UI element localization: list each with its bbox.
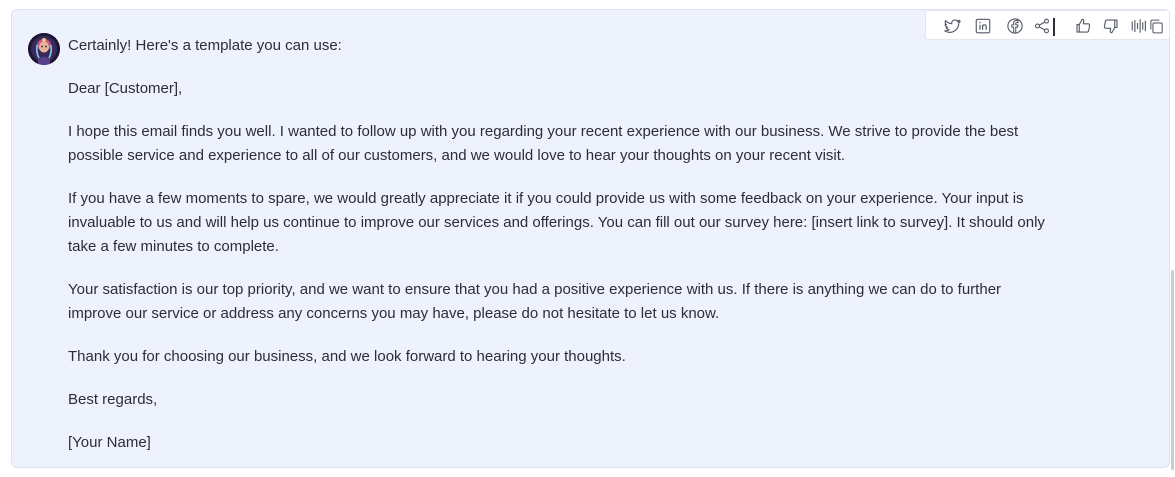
share-facebook-button[interactable] [1005, 16, 1025, 36]
message-body: Certainly! Here's a template you can use… [68, 34, 1058, 474]
message-greeting: Dear [Customer], [68, 80, 183, 97]
message-paragraph: If you have a few moments to spare, we w… [68, 190, 1050, 255]
thumbs-down-icon [1103, 19, 1118, 34]
message-paragraph: Your satisfaction is our top priority, a… [68, 281, 1006, 322]
twitter-icon [944, 19, 961, 33]
message-signature: [Your Name] [68, 434, 151, 451]
thumbs-up-button[interactable] [1073, 16, 1093, 36]
share-linkedin-button[interactable] [973, 16, 993, 36]
message-intro: Certainly! Here's a template you can use… [68, 37, 342, 54]
assistant-avatar [28, 33, 60, 65]
facebook-icon [1007, 18, 1023, 34]
toolbar-divider [1053, 18, 1055, 36]
linkedin-icon [975, 18, 991, 34]
copy-button[interactable] [1146, 16, 1166, 36]
message-action-toolbar [925, 10, 1170, 40]
message-signoff: Best regards, [68, 391, 158, 408]
thumbs-down-button[interactable] [1101, 16, 1121, 36]
copy-icon [1149, 19, 1163, 33]
share-icon [1034, 18, 1050, 34]
share-twitter-button[interactable] [942, 16, 962, 36]
message-paragraph: I hope this email finds you well. I want… [68, 123, 1023, 164]
scrollbar-thumb[interactable] [1171, 270, 1174, 470]
assistant-message-card: Certainly! Here's a template you can use… [11, 9, 1170, 468]
thumbs-up-icon [1076, 18, 1091, 33]
message-paragraph: Thank you for choosing our business, and… [68, 348, 626, 365]
share-button[interactable] [1032, 16, 1052, 36]
